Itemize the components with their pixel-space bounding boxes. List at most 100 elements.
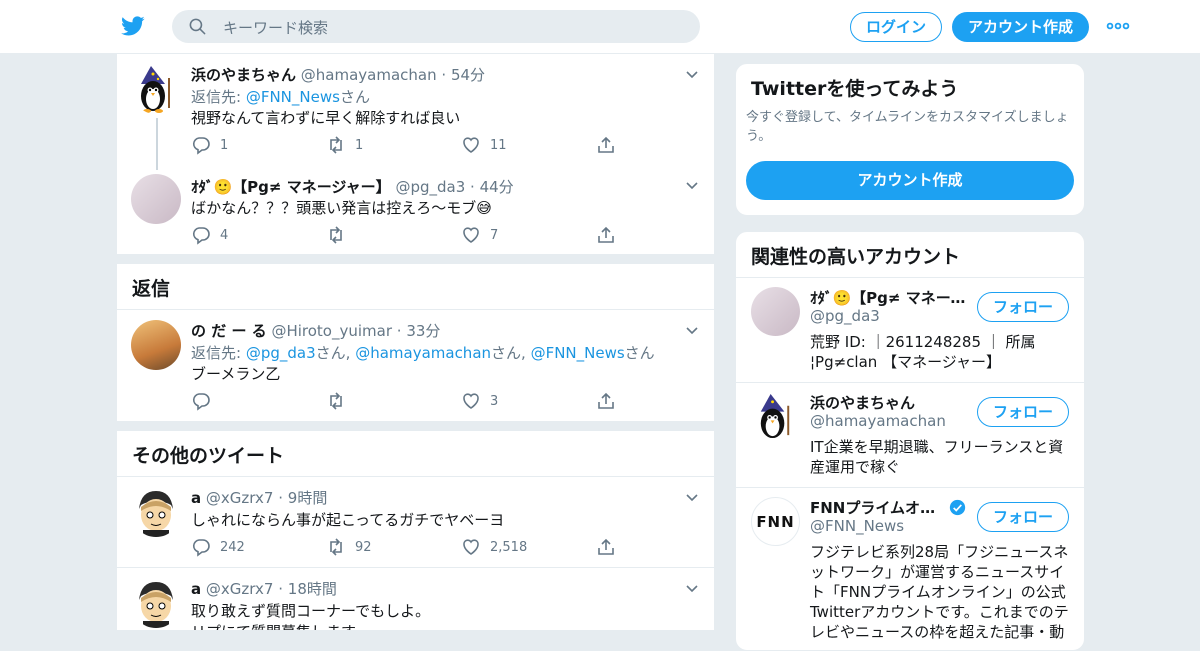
search-box[interactable]: キーワード検索	[172, 10, 700, 43]
tweet-timeline: 浜のやまちゃん @hamayamachan · 54分 返信先: @FNN_Ne…	[116, 54, 715, 630]
mention-link[interactable]: @pg_da3	[246, 344, 316, 362]
account-handle[interactable]: @hamayamachan	[810, 412, 946, 430]
tweet-item[interactable]: a @xGzrx7 · 18時間 取り敢えず質問コーナーでもしよ。 リプにて質問…	[117, 568, 714, 630]
tweet-text-line2: リプにて質問募集します	[191, 621, 356, 630]
tweet-header: ｵﾀﾞ🙂【Pg≠ マネージャー】 @pg_da3 · 44分	[191, 176, 514, 197]
tweet-text: しゃれにならん事が起こってるガチでヤベーヨ	[191, 511, 505, 529]
handle[interactable]: @Hiroto_yuimar	[271, 322, 392, 340]
cartoon-face-icon	[139, 582, 173, 628]
mention-link[interactable]: @hamayamachan	[355, 344, 491, 362]
section-separator	[117, 421, 714, 431]
avatar[interactable]	[751, 392, 800, 441]
retweet-icon	[330, 392, 342, 410]
tweet-header: の だ ー る @Hiroto_yuimar · 33分	[191, 320, 440, 341]
tweet-header: a @xGzrx7 · 9時間	[191, 487, 327, 508]
account-name[interactable]: 浜のやまちゃん	[810, 392, 970, 413]
chevron-down-icon[interactable]	[684, 67, 700, 83]
heart-icon	[463, 137, 479, 153]
timestamp[interactable]: · 44分	[470, 178, 514, 196]
tweet-text: 視野なんて言わずに早く解除すれば良い	[191, 109, 461, 127]
chevron-down-icon[interactable]	[684, 581, 700, 597]
handle[interactable]: @xGzrx7	[206, 489, 274, 507]
more-dots-icon[interactable]	[1106, 16, 1130, 36]
reply-separator: さん,	[491, 344, 531, 362]
display-name[interactable]: ｵﾀﾞ🙂【Pg≠ マネージャー】	[191, 178, 391, 196]
retweet-count: 92	[355, 540, 372, 555]
like-count: 3	[490, 394, 499, 409]
avatar[interactable]	[131, 64, 181, 114]
avatar[interactable]	[131, 174, 181, 224]
account-name[interactable]: ｵﾀﾞ🙂【Pg≠ マネージャー】	[810, 287, 970, 308]
handle[interactable]: @xGzrx7	[206, 580, 274, 598]
search-icon	[189, 18, 206, 35]
account-name[interactable]: FNNプライムオンライン	[810, 497, 946, 518]
chevron-down-icon[interactable]	[684, 178, 700, 194]
account-bio: 荒野 ID: ｜2611248285 ｜ 所属¦Pg≠clan 【マネージャー】	[810, 333, 1036, 371]
display-name[interactable]: a	[191, 489, 201, 507]
avatar[interactable]: FNN	[751, 497, 800, 546]
timestamp[interactable]: · 33分	[397, 322, 441, 340]
timestamp[interactable]: · 9時間	[278, 489, 327, 507]
reply-prefix: 返信先:	[191, 88, 246, 106]
share-icon	[598, 136, 614, 153]
signup-button[interactable]: アカウント作成	[952, 12, 1089, 42]
avatar[interactable]	[131, 578, 181, 628]
share-button[interactable]	[596, 537, 616, 557]
follow-button[interactable]: フォロー	[977, 502, 1069, 532]
fnn-logo: FNN	[756, 513, 795, 531]
tweet-actions: 4 7	[191, 225, 631, 245]
avatar[interactable]	[131, 320, 181, 370]
account-handle[interactable]: @FNN_News	[810, 517, 904, 535]
reply-count: 242	[220, 540, 245, 555]
reply-icon	[192, 393, 210, 411]
account-bio: フジテレビ系列28局「フジニュースネットワーク」が運営するニュースサイト「FNN…	[810, 543, 1069, 641]
signup-card-title: Twitterを使ってみよう	[751, 78, 959, 100]
retweet-icon	[330, 538, 342, 556]
reply-to: 返信先: @pg_da3さん, @hamayamachanさん, @FNN_Ne…	[191, 342, 655, 363]
tweet-item[interactable]: の だ ー る @Hiroto_yuimar · 33分 返信先: @pg_da…	[117, 310, 714, 421]
heart-icon	[463, 539, 479, 555]
signup-card-subtitle: 今すぐ登録して、タイムラインをカスタマイズしましょう。	[746, 110, 1069, 144]
tweet-item[interactable]: ｵﾀﾞ🙂【Pg≠ マネージャー】 @pg_da3 · 44分 ばかなん？？？頭悪…	[117, 166, 714, 254]
mention-link[interactable]: @FNN_News	[531, 344, 625, 362]
section-heading-replies: 返信	[132, 278, 171, 300]
search-input[interactable]: キーワード検索	[223, 17, 328, 38]
chevron-down-icon[interactable]	[684, 490, 700, 506]
verified-badge-icon	[949, 499, 966, 516]
tweet-item[interactable]: a @xGzrx7 · 9時間 しゃれにならん事が起こってるガチでヤベーヨ 24…	[117, 477, 714, 567]
timestamp[interactable]: · 54分	[441, 66, 485, 84]
like-count: 11	[490, 138, 507, 153]
timestamp[interactable]: · 18時間	[278, 580, 337, 598]
tweet-header: 浜のやまちゃん @hamayamachan · 54分	[191, 64, 485, 85]
related-accounts-card: 関連性の高いアカウント ｵﾀﾞ🙂【Pg≠ マネージャー】 @pg_da3 フォロ…	[735, 231, 1085, 651]
follow-button[interactable]: フォロー	[977, 397, 1069, 427]
handle[interactable]: @pg_da3	[395, 178, 465, 196]
tweet-text: ばかなん？？？頭悪い発言は控えろ〜モブ😅	[191, 199, 492, 217]
account-item[interactable]: 浜のやまちゃん @hamayamachan フォロー IT企業を早期退職、フリー…	[736, 382, 1084, 487]
tweet-item[interactable]: 浜のやまちゃん @hamayamachan · 54分 返信先: @FNN_Ne…	[117, 54, 714, 170]
display-name[interactable]: a	[191, 580, 201, 598]
account-item[interactable]: FNN FNNプライムオンライン @FNN_News フォロー フジテレビ系列2…	[736, 487, 1084, 650]
signup-cta-button[interactable]: アカウント作成	[746, 161, 1074, 200]
share-button[interactable]	[596, 135, 616, 155]
tweet-header: a @xGzrx7 · 18時間	[191, 578, 337, 599]
avatar[interactable]	[131, 487, 181, 537]
avatar[interactable]	[751, 287, 800, 336]
twitter-bird-icon[interactable]	[120, 14, 146, 38]
top-bar: キーワード検索 ログイン アカウント作成	[0, 0, 1200, 54]
mention-link[interactable]: @FNN_News	[246, 88, 340, 106]
reply-prefix: 返信先:	[191, 344, 246, 362]
share-button[interactable]	[596, 391, 616, 411]
reply-icon	[192, 137, 210, 155]
handle[interactable]: @hamayamachan	[301, 66, 437, 84]
display-name[interactable]: 浜のやまちゃん	[191, 66, 296, 84]
account-item[interactable]: ｵﾀﾞ🙂【Pg≠ マネージャー】 @pg_da3 フォロー 荒野 ID: ｜26…	[736, 277, 1084, 382]
account-handle[interactable]: @pg_da3	[810, 307, 880, 325]
follow-button[interactable]: フォロー	[977, 292, 1069, 322]
chevron-down-icon[interactable]	[684, 323, 700, 339]
share-button[interactable]	[596, 225, 616, 245]
retweet-icon	[330, 136, 342, 154]
login-button[interactable]: ログイン	[850, 12, 942, 42]
display-name[interactable]: の だ ー る	[191, 322, 267, 340]
account-bio: IT企業を早期退職、フリーランスと資産運用で稼ぐ	[810, 438, 1064, 476]
